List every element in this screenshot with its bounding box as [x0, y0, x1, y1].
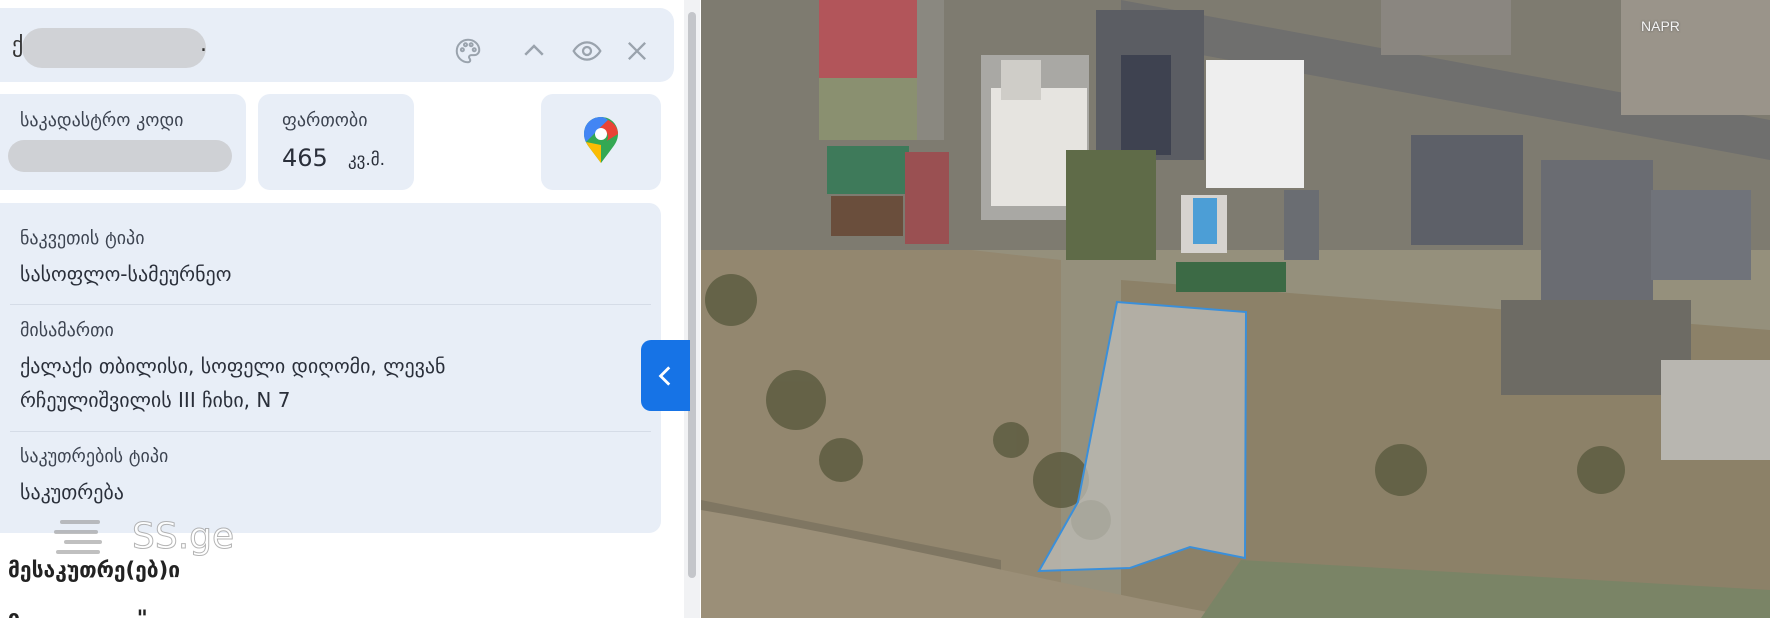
parcel-type-value: სასოფლო-სამეურნეო [20, 262, 232, 286]
scrollbar-thumb[interactable] [688, 12, 696, 578]
eye-icon[interactable] [570, 34, 604, 68]
cadastral-code-redacted [8, 140, 232, 172]
divider [10, 431, 651, 432]
google-maps-button[interactable] [541, 94, 661, 190]
title-suffix: . [200, 32, 207, 57]
palette-icon[interactable] [451, 34, 485, 68]
cadastral-code-label: საკადასტრო კოდი [20, 110, 184, 131]
parcel-type-row: ნაკვეთის ტიპი სასოფლო-სამეურნეო [20, 228, 653, 291]
ownership-type-value: საკუთრება [20, 480, 124, 504]
parcel-type-label: ნაკვეთის ტიპი [20, 228, 145, 249]
ss-ge-watermark: SS.ge [52, 514, 252, 564]
address-label: მისამართი [20, 320, 114, 341]
owner-name-cut-off: ი " [8, 606, 148, 618]
collapse-panel-button[interactable] [641, 340, 690, 411]
panel-header: ქ . [0, 8, 674, 82]
watermark-text: SS.ge [131, 516, 235, 558]
area-card: ფართობი 465 კვ.მ. [258, 94, 414, 190]
chevron-left-icon [658, 365, 670, 386]
area-unit: კვ.მ. [348, 150, 386, 170]
area-label: ფართობი [282, 110, 368, 131]
close-icon[interactable] [620, 34, 654, 68]
parcel-details-card: ნაკვეთის ტიპი სასოფლო-სამეურნეო მისამართ… [0, 203, 661, 533]
ss-ge-logo-icon [54, 520, 102, 554]
area-value: 465 [282, 144, 328, 172]
ownership-type-label: საკუთრების ტიპი [20, 446, 169, 467]
map-provider-label: NAPR [1641, 18, 1680, 34]
parcel-info-panel: ქ . საკადასტრო კოდი ფართობი 465 კვ.მ. ნა… [0, 0, 700, 618]
address-line-2: რჩეულიშვილის III ჩიხი, N 7 [20, 388, 291, 412]
owners-heading: მესაკუთრე(ებ)ი [8, 558, 181, 582]
ownership-type-row: საკუთრების ტიპი საკუთრება [20, 446, 653, 509]
google-maps-pin-icon [581, 115, 621, 169]
address-line-1: ქალაქი თბილისი, სოფელი დიღომი, ლევან [20, 354, 446, 378]
divider [10, 304, 651, 305]
address-row: მისამართი ქალაქი თბილისი, სოფელი დიღომი,… [20, 320, 653, 417]
satellite-map[interactable]: NAPR [701, 0, 1770, 618]
chevron-up-icon[interactable] [517, 34, 551, 68]
